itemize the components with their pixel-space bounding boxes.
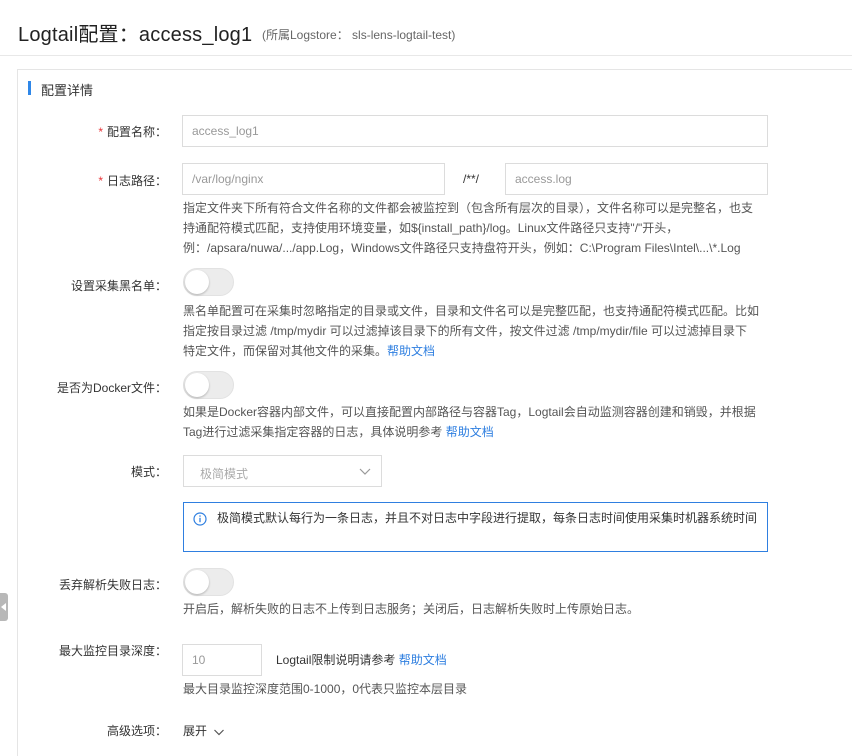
config-name-input[interactable] — [182, 115, 768, 147]
mode-select[interactable]: 极简模式 — [183, 455, 382, 487]
log-path-help: 指定文件夹下所有符合文件名称的文件都会被监控到（包含所有层次的目录），文件名称可… — [183, 201, 754, 255]
log-path-label: * 日志路径： — [98, 174, 167, 188]
docker-help-link[interactable]: 帮助文档 — [446, 425, 494, 439]
docker-label: 是否为Docker文件： — [56, 381, 167, 395]
page-header: Logtail配置：access_log1 (所属Logstore： sls-l… — [0, 0, 852, 56]
required-mark: * — [98, 125, 103, 139]
toggle-knob — [185, 270, 209, 294]
max-depth-input[interactable] — [182, 644, 262, 676]
log-filename-input[interactable] — [505, 163, 768, 195]
caret-left-icon — [1, 603, 6, 611]
blacklist-label: 设置采集黑名单： — [70, 279, 167, 293]
mode-info-box: 极简模式默认每行为一条日志，并且不对日志中字段进行提取，每条日志时间使用采集时机… — [183, 502, 768, 552]
max-depth-label: 最大监控目录深度： — [58, 644, 167, 658]
max-depth-help: 最大目录监控深度范围0-1000，0代表只监控本层目录 — [183, 682, 468, 696]
sidebar-collapse-handle[interactable] — [0, 593, 8, 621]
blacklist-help: 黑名单配置可在采集时忽略指定的目录或文件，目录和文件名可以是完整匹配，也支持通配… — [183, 304, 760, 358]
docker-toggle[interactable] — [183, 371, 234, 399]
discard-help: 开启后，解析失败的日志不上传到日志服务；关闭后，日志解析失败时上传原始日志。 — [183, 602, 640, 616]
blacklist-help-link[interactable]: 帮助文档 — [387, 344, 435, 358]
discard-toggle[interactable] — [183, 568, 234, 596]
mode-info-text: 极简模式默认每行为一条日志，并且不对日志中字段进行提取，每条日志时间使用采集时机… — [217, 511, 758, 525]
discard-label: 丢弃解析失败日志： — [58, 578, 167, 592]
max-depth-help-link[interactable]: 帮助文档 — [399, 653, 447, 667]
blacklist-toggle[interactable] — [183, 268, 234, 296]
section-accent-bar — [28, 81, 31, 95]
required-mark: * — [98, 174, 103, 188]
toggle-knob — [185, 570, 209, 594]
advanced-expand-toggle[interactable]: 展开 — [183, 722, 225, 739]
toggle-knob — [185, 373, 209, 397]
mode-label: 模式： — [130, 465, 167, 479]
mode-selected-value: 极简模式 — [200, 467, 249, 481]
chevron-down-icon — [214, 729, 224, 736]
docker-help: 如果是Docker容器内部文件，可以直接配置内部路径与容器Tag，Logtail… — [183, 405, 756, 439]
info-icon — [193, 512, 207, 526]
config-name-label: * 配置名称： — [98, 125, 167, 139]
path-separator: /**/ — [463, 172, 480, 186]
log-directory-input[interactable] — [182, 163, 445, 195]
section-title: 配置详情 — [41, 83, 94, 98]
max-depth-note: Logtail限制说明请参考 帮助文档 — [276, 653, 447, 667]
page-subtitle: (所属Logstore： sls-lens-logtail-test) — [262, 28, 456, 42]
advanced-label: 高级选项： — [106, 724, 167, 738]
page-title: Logtail配置：access_log1 — [18, 24, 253, 46]
chevron-down-icon — [359, 468, 371, 475]
